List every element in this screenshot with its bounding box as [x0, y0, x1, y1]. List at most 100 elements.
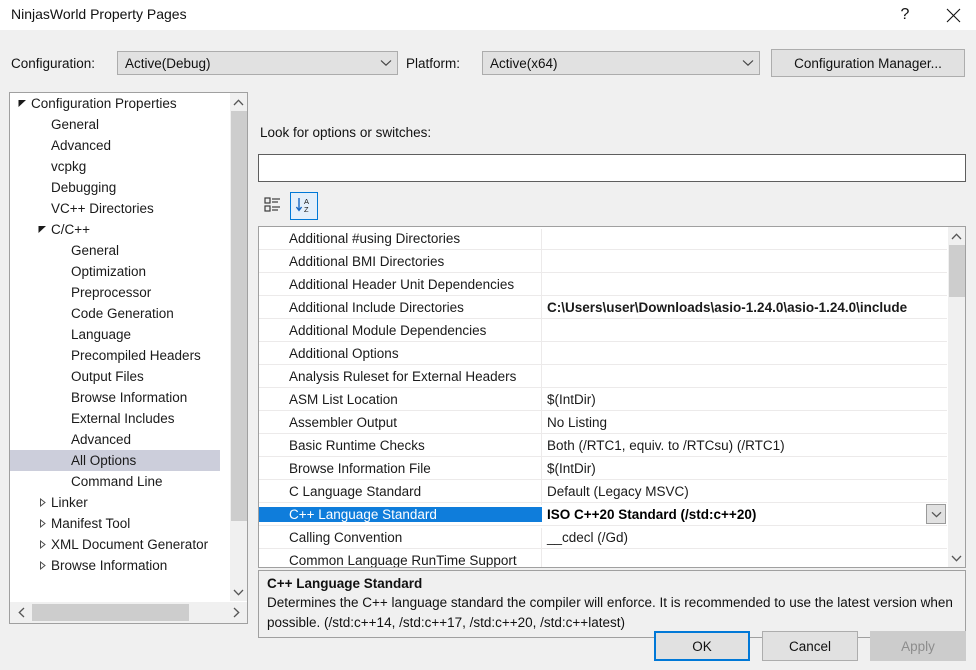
collapse-arrow-icon[interactable]	[34, 498, 50, 507]
property-row[interactable]: Common Language RunTime Support	[259, 549, 948, 567]
tree-horizontal-scrollbar[interactable]	[10, 601, 247, 623]
tree-item-linker[interactable]: Linker	[10, 492, 220, 513]
property-value-dropdown-button[interactable]	[926, 504, 946, 524]
property-row[interactable]: Additional #using Directories	[259, 227, 948, 252]
property-value[interactable]: Default (Legacy MSVC)	[542, 484, 948, 499]
property-name: Additional Module Dependencies	[259, 320, 542, 344]
property-row[interactable]: Additional Include Directories C:\Users\u…	[259, 296, 948, 321]
property-row[interactable]: Basic Runtime Checks Both (/RTC1, equiv. …	[259, 434, 948, 459]
question-mark-icon: ?	[900, 6, 910, 23]
search-input[interactable]	[258, 154, 966, 182]
tree-item-all-options[interactable]: All Options	[10, 450, 220, 471]
property-value[interactable]: __cdecl (/Gd)	[542, 530, 948, 545]
help-button[interactable]: ?	[882, 0, 928, 30]
property-row[interactable]: C++ Language Standard ISO C++20 Standard …	[259, 503, 948, 526]
property-row[interactable]: Additional Module Dependencies	[259, 319, 948, 344]
property-value[interactable]: No Listing	[542, 415, 948, 430]
tree-item-external-includes[interactable]: External Includes	[10, 408, 220, 429]
property-row[interactable]: Additional Options	[259, 342, 948, 367]
property-tree[interactable]: Configuration Properties General Advanced v…	[10, 93, 220, 601]
collapse-arrow-icon[interactable]	[34, 540, 50, 549]
tree-item-label: Browse Information	[71, 390, 188, 405]
categorized-view-button[interactable]	[258, 192, 286, 220]
configuration-dropdown[interactable]: Active(Debug)	[117, 51, 398, 75]
property-row[interactable]: Browse Information File $(IntDir)	[259, 457, 948, 482]
property-value[interactable]: ISO C++20 Standard (/std:c++20)	[542, 507, 948, 522]
property-value[interactable]: $(IntDir)	[542, 461, 948, 476]
property-grid-rows[interactable]: Additional #using Directories Additional …	[259, 227, 948, 567]
property-value[interactable]: $(IntDir)	[542, 392, 948, 407]
chevron-down-icon	[737, 59, 759, 67]
property-value[interactable]: Both (/RTC1, equiv. to /RTCsu) (/RTC1)	[542, 438, 948, 453]
property-name: Common Language RunTime Support	[259, 550, 542, 567]
tree-item-label: Output Files	[71, 369, 144, 384]
tree-item-vc-directories[interactable]: VC++ Directories	[10, 198, 220, 219]
tree-item-advanced[interactable]: Advanced	[10, 135, 220, 156]
tree-item-vcpkg[interactable]: vcpkg	[10, 156, 220, 177]
close-button[interactable]	[930, 0, 976, 30]
collapse-arrow-icon[interactable]	[34, 519, 50, 528]
property-grid-toolbar: A Z	[258, 192, 966, 222]
tree-item-language[interactable]: Language	[10, 324, 220, 345]
cancel-button[interactable]: Cancel	[762, 631, 858, 661]
property-row[interactable]: Assembler Output No Listing	[259, 411, 948, 436]
property-row[interactable]: Analysis Ruleset for External Headers	[259, 365, 948, 390]
expand-arrow-icon[interactable]	[14, 99, 30, 108]
property-grid-scrollbar[interactable]	[947, 227, 965, 567]
tree-item-label: Manifest Tool	[51, 516, 131, 531]
window-title: NinjasWorld Property Pages	[11, 6, 187, 22]
property-row[interactable]: ASM List Location $(IntDir)	[259, 388, 948, 413]
tree-item-precompiled-headers[interactable]: Precompiled Headers	[10, 345, 220, 366]
tree-hscroll-thumb[interactable]	[32, 604, 189, 621]
tree-item-label: Command Line	[71, 474, 163, 489]
configuration-manager-button[interactable]: Configuration Manager...	[771, 49, 965, 77]
property-value[interactable]: C:\Users\user\Downloads\asio-1.24.0\asio…	[542, 300, 948, 315]
tree-scroll-thumb[interactable]	[231, 111, 247, 521]
property-grid: Additional #using Directories Additional …	[258, 226, 966, 568]
property-name: Browse Information File	[259, 458, 542, 482]
tree-item-configuration-properties[interactable]: Configuration Properties	[10, 93, 220, 114]
property-row[interactable]: Additional Header Unit Dependencies	[259, 273, 948, 298]
tree-item-advanced[interactable]: Advanced	[10, 429, 220, 450]
tree-item-debugging[interactable]: Debugging	[10, 177, 220, 198]
property-row[interactable]: C Language Standard Default (Legacy MSVC)	[259, 480, 948, 505]
tree-item-browse-information[interactable]: Browse Information	[10, 555, 220, 576]
tree-item-label: Advanced	[71, 432, 132, 447]
tree-item-label: Language	[71, 327, 132, 342]
platform-label: Platform:	[406, 56, 461, 71]
tree-item-xml-document-generator[interactable]: XML Document Generator	[10, 534, 220, 555]
scroll-down-button[interactable]	[948, 549, 965, 567]
tree-item-general[interactable]: General	[10, 240, 220, 261]
tree-item-code-generation[interactable]: Code Generation	[10, 303, 220, 324]
tree-item-output-files[interactable]: Output Files	[10, 366, 220, 387]
title-bar: NinjasWorld Property Pages ?	[0, 0, 976, 30]
property-row[interactable]: Calling Convention __cdecl (/Gd)	[259, 526, 948, 551]
platform-value: Active(x64)	[490, 55, 558, 71]
scroll-right-button[interactable]	[226, 603, 246, 622]
property-tree-panel: Configuration Properties General Advanced v…	[9, 92, 248, 624]
scroll-left-button[interactable]	[11, 603, 31, 622]
property-name: Additional #using Directories	[259, 228, 542, 252]
platform-dropdown[interactable]: Active(x64)	[482, 51, 760, 75]
tree-item-label: VC++ Directories	[51, 201, 154, 216]
tree-item-preprocessor[interactable]: Preprocessor	[10, 282, 220, 303]
scroll-down-button[interactable]	[230, 583, 247, 601]
alphabetical-sort-button[interactable]: A Z	[290, 192, 318, 220]
tree-item-command-line[interactable]: Command Line	[10, 471, 220, 492]
tree-item-c-c[interactable]: C/C++	[10, 219, 220, 240]
tree-vertical-scrollbar[interactable]	[229, 93, 247, 601]
property-name: C++ Language Standard	[259, 506, 542, 522]
property-row[interactable]: Additional BMI Directories	[259, 250, 948, 275]
tree-item-browse-information[interactable]: Browse Information	[10, 387, 220, 408]
expand-arrow-icon[interactable]	[34, 225, 50, 234]
collapse-arrow-icon[interactable]	[34, 561, 50, 570]
property-grid-scroll-thumb[interactable]	[949, 245, 965, 297]
tree-item-manifest-tool[interactable]: Manifest Tool	[10, 513, 220, 534]
tree-item-general[interactable]: General	[10, 114, 220, 135]
ok-button[interactable]: OK	[654, 631, 750, 661]
tree-item-optimization[interactable]: Optimization	[10, 261, 220, 282]
tree-item-label: External Includes	[71, 411, 175, 426]
property-name: Additional Header Unit Dependencies	[259, 274, 542, 298]
scroll-up-button[interactable]	[230, 93, 247, 111]
scroll-up-button[interactable]	[948, 227, 965, 245]
